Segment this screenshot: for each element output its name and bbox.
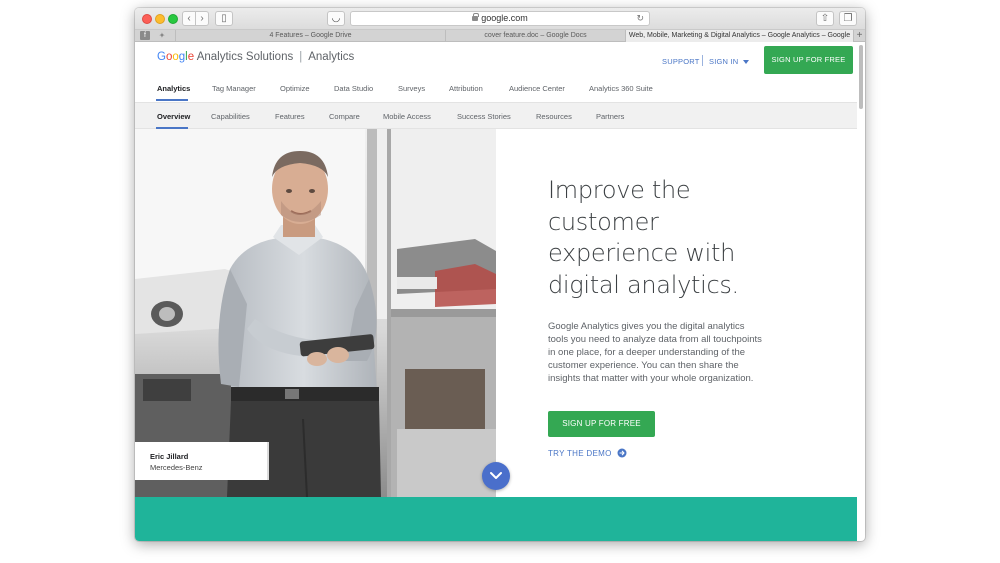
sign-in-link[interactable]: SIGN IN: [709, 57, 738, 66]
hero-title-line: digital analytics.: [548, 270, 739, 299]
hero-title-line: Improve the: [548, 176, 691, 204]
teal-section-band: [135, 497, 857, 541]
secondary-nav-mobile-access[interactable]: Mobile Access: [383, 112, 431, 121]
secondary-nav-capabilities[interactable]: Capabilities: [211, 112, 250, 121]
caption-company: Mercedes-Benz: [150, 463, 203, 472]
sidebar-icon: ▯: [221, 13, 227, 24]
lock-icon: [472, 13, 480, 21]
chevron-down-icon: [490, 472, 502, 479]
primary-nav-optimize[interactable]: Optimize: [280, 84, 310, 93]
browser-window: ‹ › ▯ ◡ google.com ↻ ⇧ ❐ f ✦ 4 Features …: [135, 8, 865, 541]
chevron-right-icon: ›: [200, 13, 204, 24]
hero-title: Improve the customer experience with dig…: [548, 175, 808, 301]
facebook-favorite-icon[interactable]: f: [140, 31, 150, 40]
web-page: Google Analytics Solutions | Analytics SUP…: [135, 43, 857, 541]
primary-nav-tag-manager[interactable]: Tag Manager: [212, 84, 256, 93]
primary-nav-audience-center[interactable]: Audience Center: [509, 84, 565, 93]
chevron-left-icon: ‹: [187, 13, 191, 24]
browser-tab-drive[interactable]: 4 Features – Google Drive: [175, 30, 445, 42]
hero-sign-up-button[interactable]: SIGN UP FOR FREE: [548, 411, 655, 437]
secondary-nav-success-stories[interactable]: Success Stories: [457, 112, 511, 121]
primary-nav-data-studio[interactable]: Data Studio: [334, 84, 373, 93]
photo-caption: Eric Jillard Mercedes-Benz: [135, 442, 269, 480]
primary-nav-analytics-360-suite[interactable]: Analytics 360 Suite: [589, 84, 653, 93]
primary-nav-active-indicator: [156, 99, 188, 101]
caret-down-icon[interactable]: [743, 60, 749, 64]
logo-product: Analytics Solutions: [196, 51, 294, 63]
twitter-favorite-icon[interactable]: ✦: [157, 31, 167, 40]
logo-letter: G: [157, 51, 166, 63]
primary-nav-attribution[interactable]: Attribution: [449, 84, 483, 93]
secondary-nav: Overview Capabilities Features Compare M…: [135, 102, 857, 129]
browser-tab-analytics[interactable]: Web, Mobile, Marketing & Digital Analyti…: [625, 30, 853, 42]
pocket-button[interactable]: ◡: [327, 11, 345, 26]
share-button[interactable]: ⇧: [816, 11, 834, 26]
primary-nav-surveys[interactable]: Surveys: [398, 84, 425, 93]
tabs-icon: ❐: [843, 13, 853, 24]
site-logo[interactable]: Google Analytics Solutions | Analytics: [157, 51, 354, 63]
hero-title-line: experience with: [548, 239, 736, 267]
reload-icon[interactable]: ↻: [636, 12, 644, 25]
support-link[interactable]: SUPPORT: [662, 57, 700, 66]
hero-photo: Eric Jillard Mercedes-Benz: [135, 129, 496, 497]
browser-tab-docs[interactable]: cover feature.doc – Google Docs: [445, 30, 625, 42]
sidebar-toggle-button[interactable]: ▯: [215, 11, 233, 26]
secondary-nav-overview[interactable]: Overview: [157, 112, 190, 121]
share-icon: ⇧: [820, 13, 830, 24]
back-button[interactable]: ‹: [182, 11, 196, 26]
scroll-down-button[interactable]: [482, 462, 510, 490]
logo-section: Analytics: [308, 51, 355, 63]
secondary-nav-partners[interactable]: Partners: [596, 112, 624, 121]
hero-title-line: customer: [548, 207, 659, 236]
new-tab-button[interactable]: +: [853, 30, 865, 42]
close-window-button[interactable]: [142, 14, 152, 24]
address-bar[interactable]: google.com ↻: [350, 11, 650, 26]
url-text: google.com: [481, 13, 528, 23]
header-divider: [702, 55, 703, 66]
page-scrollbar[interactable]: [859, 45, 863, 109]
minimize-window-button[interactable]: [155, 14, 165, 24]
pocket-icon: ◡: [331, 13, 341, 24]
logo-divider: |: [299, 51, 303, 63]
primary-nav-analytics[interactable]: Analytics: [157, 84, 190, 93]
secondary-nav-compare[interactable]: Compare: [329, 112, 360, 121]
logo-letter: e: [187, 51, 195, 63]
zoom-window-button[interactable]: [168, 14, 178, 24]
forward-button[interactable]: ›: [195, 11, 209, 26]
secondary-nav-features[interactable]: Features: [275, 112, 305, 121]
browser-tabbar: f ✦ 4 Features – Google Drive cover feat…: [135, 30, 865, 42]
caption-name: Eric Jillard: [150, 452, 189, 461]
browser-titlebar: ‹ › ▯ ◡ google.com ↻ ⇧ ❐: [135, 8, 865, 30]
secondary-nav-resources[interactable]: Resources: [536, 112, 572, 121]
hero-description: Google Analytics gives you the digital a…: [548, 321, 762, 384]
primary-nav: Analytics Tag Manager Optimize Data Stud…: [135, 77, 857, 101]
header-sign-up-button[interactable]: SIGN UP FOR FREE: [764, 46, 853, 74]
try-demo-link[interactable]: TRY THE DEMO: [548, 449, 612, 458]
arrow-right-circle-icon[interactable]: [617, 448, 627, 458]
show-tabs-button[interactable]: ❐: [839, 11, 857, 26]
site-header: Google Analytics Solutions | Analytics SUP…: [135, 43, 857, 77]
